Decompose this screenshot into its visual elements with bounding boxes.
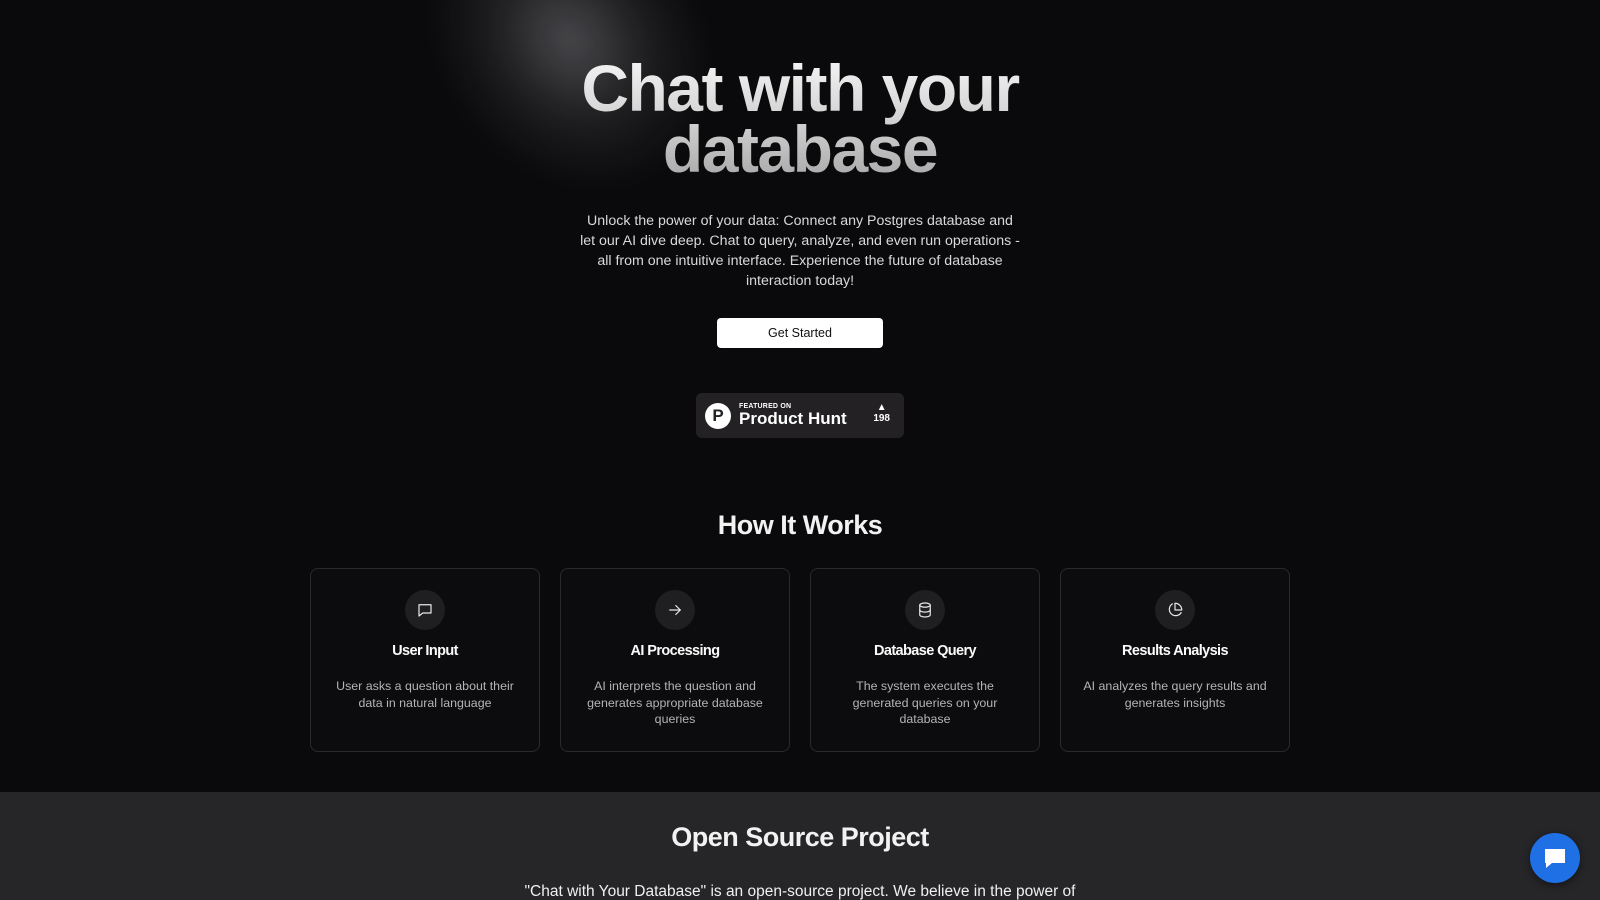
how-it-works-title: How It Works	[717, 510, 883, 540]
hero-description: Unlock the power of your data: Connect a…	[580, 213, 1020, 289]
step-title: User Input	[392, 643, 458, 659]
message-square-icon	[405, 590, 445, 630]
step-card-user-input: User Input User asks a question about th…	[310, 568, 540, 752]
step-card-database-query: Database Query The system executes the g…	[810, 568, 1040, 752]
product-hunt-text: FEATURED ON Product Hunt	[739, 403, 847, 428]
hero-title: Chat with your database	[0, 58, 1600, 180]
step-description: AI interprets the question and generates…	[587, 679, 763, 727]
hero-section: Chat with your database Unlock the power…	[0, 58, 1600, 348]
how-it-works-cards: User Input User asks a question about th…	[310, 568, 1290, 752]
step-title: AI Processing	[630, 643, 721, 659]
product-hunt-name: Product Hunt	[739, 409, 847, 428]
product-hunt-logo-icon: P	[705, 402, 731, 429]
chat-bubble-icon	[1545, 849, 1565, 868]
pie-chart-icon	[1155, 590, 1195, 630]
hero-title-line-2: database	[662, 112, 938, 186]
landing-page: Chat with your database Unlock the power…	[0, 0, 1600, 900]
get-started-button[interactable]: Get Started	[717, 318, 883, 348]
vote-count: 198	[873, 413, 890, 424]
step-description: The system executes the generated querie…	[852, 679, 998, 727]
step-title: Results Analysis	[1122, 643, 1229, 659]
product-hunt-badge[interactable]: P FEATURED ON Product Hunt ▲ 198	[696, 393, 904, 438]
step-title: Database Query	[873, 643, 977, 659]
product-hunt-votes: ▲ 198	[873, 402, 890, 424]
hero-title-line-1: Chat with your	[581, 51, 1019, 125]
step-card-ai-processing: AI Processing AI interprets the question…	[560, 568, 790, 752]
step-card-results-analysis: Results Analysis AI analyzes the query r…	[1060, 568, 1290, 752]
arrow-right-icon	[655, 590, 695, 630]
open-source-text: "Chat with Your Database" is an open-sou…	[524, 883, 1076, 900]
open-source-section: Open Source Project "Chat with Your Data…	[0, 792, 1600, 900]
step-description: AI analyzes the query results and genera…	[1083, 679, 1267, 710]
chat-launcher-button[interactable]	[1530, 833, 1580, 883]
upvote-arrow-icon: ▲	[876, 402, 887, 413]
open-source-title: Open Source Project	[671, 822, 929, 852]
database-icon	[905, 590, 945, 630]
step-description: User asks a question about their data in…	[336, 679, 514, 710]
